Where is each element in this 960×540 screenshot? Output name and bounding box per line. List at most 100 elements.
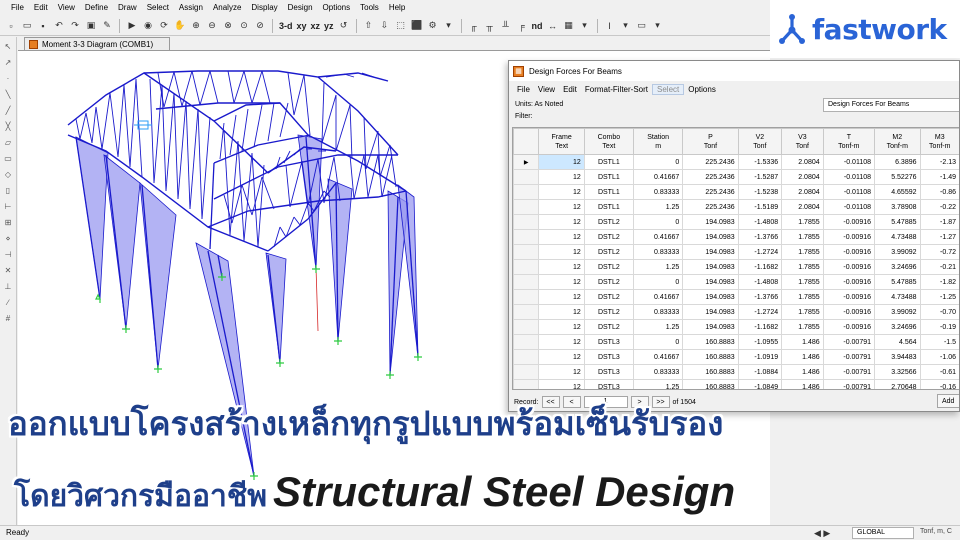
table-cell[interactable]: DSTL1 [583, 184, 634, 200]
table-cell[interactable]: DSTL3 [583, 334, 634, 350]
table-cell[interactable]: -0.70 [919, 304, 959, 320]
draw-rectangle-icon[interactable]: ▭ [2, 152, 15, 165]
table-cell[interactable]: 194.0983 [682, 319, 739, 335]
row-selector[interactable] [513, 349, 540, 365]
table-cell[interactable]: 194.0983 [682, 304, 739, 320]
table-cell[interactable]: DSTL2 [583, 304, 634, 320]
table-row[interactable]: 12 DSTL3 0.83333 160.8883 -1.0884 1.486 -0.007… [513, 364, 959, 380]
table-cell[interactable]: 0.83333 [632, 184, 684, 200]
table-cell[interactable]: 0 [632, 274, 684, 290]
draw-line-icon[interactable]: ╲ [2, 88, 15, 101]
table-cell[interactable]: DSTL3 [583, 379, 634, 389]
table-cell[interactable]: 0.83333 [632, 244, 684, 260]
column-header[interactable]: V3 Tonf [781, 128, 824, 155]
column-header[interactable]: V2 Tonf [737, 128, 783, 155]
table-cell[interactable]: -0.01108 [822, 184, 876, 200]
brace-shape-icon[interactable]: ╥ [483, 19, 497, 33]
table-cell[interactable]: -0.01108 [822, 154, 876, 170]
new-file-icon[interactable]: ▫ [4, 19, 18, 33]
table-cell[interactable]: 1.7855 [781, 274, 824, 290]
table-cell[interactable]: 3.24696 [874, 319, 921, 335]
table-cell[interactable]: 0 [632, 334, 684, 350]
menu-draw[interactable]: Draw [113, 0, 142, 16]
row-selector[interactable] [513, 184, 540, 200]
table-cell[interactable]: 160.8883 [682, 379, 739, 389]
units-display[interactable]: Tonf, m, C [920, 528, 952, 535]
table-cell[interactable]: -0.00916 [822, 289, 876, 305]
table-cell[interactable]: 0.41667 [632, 169, 684, 185]
table-cell[interactable]: -1.82 [919, 274, 959, 290]
refresh-icon[interactable]: ⟳ [157, 19, 171, 33]
open-folder-icon[interactable]: ▭ [20, 19, 34, 33]
table-cell[interactable]: 1.7855 [781, 304, 824, 320]
table-cell[interactable]: 194.0983 [682, 229, 739, 245]
table-row[interactable]: 12 DSTL2 0.83333 194.0983 -1.2724 1.7855 -0.00… [513, 244, 959, 260]
table-cell[interactable]: DSTL2 [583, 274, 634, 290]
frame-shape-icon[interactable]: ╓ [467, 19, 481, 33]
dialog-menu-view[interactable]: View [534, 85, 559, 94]
table-cell[interactable]: 1.7855 [781, 259, 824, 275]
draw-area-icon[interactable]: ▱ [2, 136, 15, 149]
table-cell[interactable]: DSTL1 [583, 169, 634, 185]
table-cell[interactable]: DSTL2 [583, 259, 634, 275]
table-cell[interactable]: 0.41667 [632, 229, 684, 245]
draw-wall-icon[interactable]: ▯ [2, 184, 15, 197]
row-selector[interactable] [513, 364, 540, 380]
table-cell[interactable]: DSTL2 [583, 319, 634, 335]
column-header[interactable]: Combo Text [583, 128, 634, 155]
row-selector[interactable] [513, 244, 540, 260]
table-cell[interactable]: -0.01108 [822, 169, 876, 185]
table-cell[interactable]: 1.486 [781, 364, 824, 380]
zoom-extents-icon[interactable]: ⊙ [237, 19, 251, 33]
table-cell[interactable]: 194.0983 [682, 289, 739, 305]
table-row[interactable]: 12 DSTL1 0.83333 225.2436 -1.5238 2.0804 -0.01… [513, 184, 959, 200]
table-cell[interactable]: 160.8883 [682, 334, 739, 350]
table-cell[interactable]: -1.1682 [737, 319, 783, 335]
table-cell[interactable]: 1.7855 [781, 214, 824, 230]
table-cell[interactable]: DSTL1 [583, 154, 634, 170]
table-cell[interactable]: -1.5287 [737, 169, 783, 185]
menu-options[interactable]: Options [318, 0, 356, 16]
table-cell[interactable]: -2.13 [919, 154, 959, 170]
table-cell[interactable]: -1.4808 [737, 274, 783, 290]
table-cell[interactable]: 225.2436 [682, 169, 739, 185]
menu-define[interactable]: Define [80, 0, 113, 16]
table-cell[interactable]: -1.5 [919, 334, 959, 350]
table-cell[interactable]: -1.1682 [737, 259, 783, 275]
view-xy-button[interactable]: xy [296, 19, 308, 33]
table-cell[interactable]: 3.99092 [874, 304, 921, 320]
table-cell[interactable]: -1.25 [919, 289, 959, 305]
table-cell[interactable]: 160.8883 [682, 349, 739, 365]
table-cell[interactable]: 1.7855 [781, 244, 824, 260]
zoom-window-icon[interactable]: ⊗ [221, 19, 235, 33]
table-cell[interactable]: 2.0804 [781, 199, 824, 215]
table-cell[interactable]: 1.25 [632, 379, 684, 389]
table-cell[interactable]: -0.61 [919, 364, 959, 380]
column-header[interactable]: Station m [632, 128, 684, 155]
column-shape-icon[interactable]: ╨ [499, 19, 513, 33]
table-cell[interactable]: -0.00916 [822, 229, 876, 245]
table-row[interactable]: 12 DSTL3 0 160.8883 -1.0955 1.486 -0.00791 4.56… [513, 334, 959, 350]
table-cell[interactable]: 5.47885 [874, 214, 921, 230]
table-cell[interactable]: -0.72 [919, 244, 959, 260]
row-selector[interactable] [513, 319, 540, 335]
dropdown-icon[interactable]: ▾ [619, 19, 633, 33]
dropdown-icon[interactable]: ▾ [442, 19, 456, 33]
pan-icon[interactable]: ✋ [173, 19, 187, 33]
table-cell[interactable]: 12 [538, 334, 585, 350]
beam-shape-icon[interactable]: ╒ [515, 19, 529, 33]
table-cell[interactable]: -0.00791 [822, 364, 876, 380]
snap-points-icon[interactable]: ⋄ [2, 232, 15, 245]
snap-line-icon[interactable]: ∕ [2, 296, 15, 309]
zoom-in-icon[interactable]: ⊕ [189, 19, 203, 33]
table-row[interactable]: 12 DSTL3 0.41667 160.8883 -1.0919 1.486 -0.007… [513, 349, 959, 365]
table-cell[interactable]: 1.486 [781, 334, 824, 350]
table-cell[interactable]: 194.0983 [682, 274, 739, 290]
menu-display[interactable]: Display [246, 0, 282, 16]
table-cell[interactable]: DSTL2 [583, 289, 634, 305]
table-cell[interactable]: -0.00916 [822, 319, 876, 335]
snap-ends-icon[interactable]: ⊣ [2, 248, 15, 261]
table-cell[interactable]: -0.16 [919, 379, 959, 389]
dimension-icon[interactable]: ⊢ [2, 200, 15, 213]
table-cell[interactable]: -0.00916 [822, 259, 876, 275]
